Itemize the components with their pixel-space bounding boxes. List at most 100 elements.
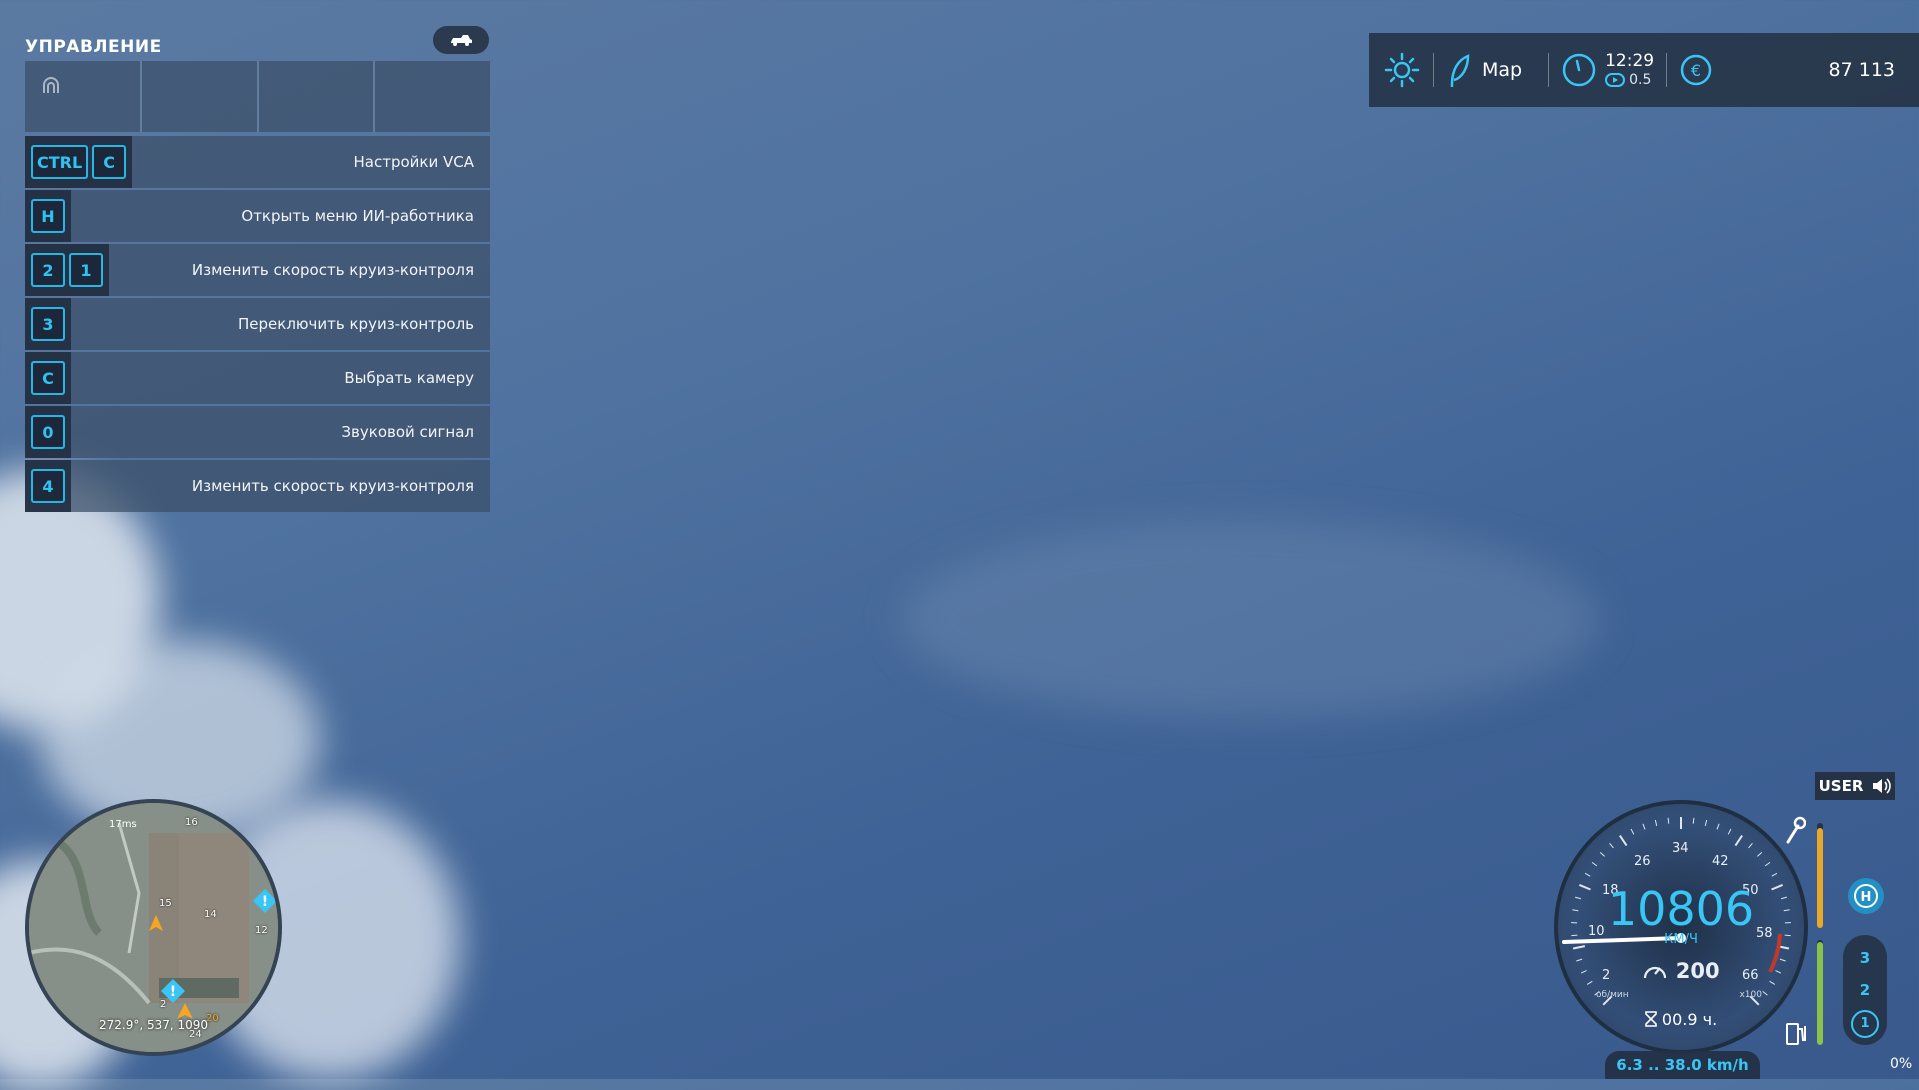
vehicle-toggle-button[interactable] [433, 26, 489, 54]
key-group: C [25, 352, 71, 404]
field-number: 14 [204, 909, 217, 920]
operating-hours: 00.9 ч. [1558, 1010, 1804, 1029]
mission-marker-icon[interactable]: ! [159, 977, 187, 1005]
controls-title: УПРАВЛЕНИЕ [25, 37, 162, 57]
rpm-multiplier: x100 [1739, 990, 1762, 1000]
key-c: C [92, 145, 126, 179]
dial-tick [1643, 824, 1645, 830]
key-4: 4 [31, 469, 65, 503]
hours-value: 00.9 ч. [1662, 1010, 1717, 1029]
key-3: 3 [31, 307, 65, 341]
gear-1-active[interactable]: 1 [1843, 1010, 1887, 1038]
hourglass-icon [1645, 1011, 1657, 1027]
control-row-ai-worker[interactable]: H Открыть меню ИИ-работника [25, 190, 490, 242]
speed-range: 6.3 .. 38.0 km/h [1605, 1051, 1760, 1079]
speaker-icon [1871, 777, 1891, 795]
top-status-bar: Map 12:29 0.5 € 87 113 [1369, 33, 1919, 107]
mission-marker-icon[interactable]: ! [251, 887, 279, 915]
control-label: Изменить скорость круиз-контроля [192, 261, 474, 279]
field-number: 16 [185, 817, 198, 828]
rpm-unit: об/мин [1596, 990, 1629, 1000]
separator [1433, 53, 1434, 87]
dial-tick [1717, 824, 1719, 830]
key-group: CTRL C [25, 136, 132, 188]
dial-tick [1631, 829, 1634, 834]
key-0: 0 [31, 415, 65, 449]
separator [1666, 53, 1667, 87]
play-speed-icon [1605, 73, 1625, 87]
tick-label: 34 [1672, 841, 1689, 856]
key-group: 3 [25, 298, 71, 350]
cruise-control[interactable]: 200 [1558, 959, 1804, 983]
svg-text:!: ! [262, 894, 268, 910]
damage-bar [1817, 828, 1823, 928]
dial-tick [1772, 873, 1777, 876]
dial-tick [1765, 862, 1770, 866]
slot-4[interactable] [375, 61, 490, 132]
slot-2[interactable] [142, 61, 259, 132]
control-row-camera[interactable]: C Выбрать камеру [25, 352, 490, 404]
euro-icon: € [1679, 53, 1713, 87]
gear-selector[interactable]: 3 2 1 [1843, 935, 1887, 1045]
audio-mode-badge[interactable]: USER [1815, 772, 1895, 800]
clock-icon [1561, 52, 1597, 88]
control-row-horn[interactable]: 0 Звуковой сигнал [25, 406, 490, 458]
control-label: Переключить круиз-контроль [238, 315, 474, 333]
dial-tick [1585, 873, 1590, 876]
game-time: 12:29 [1605, 53, 1654, 70]
control-label: Выбрать камеру [344, 369, 474, 387]
controls-list: CTRL C Настройки VCA H Открыть меню ИИ-р… [25, 136, 490, 514]
dial-tick [1749, 843, 1753, 848]
dial-tick [1735, 836, 1742, 846]
dial-tick [1592, 862, 1597, 866]
audio-mode-label: USER [1819, 777, 1864, 795]
dial-tick [1610, 843, 1614, 848]
tool-slots [25, 61, 490, 132]
dial-tick [1620, 836, 1627, 846]
control-row-cruise-toggle[interactable]: 3 Переключить круиз-контроль [25, 298, 490, 350]
cloud [900, 520, 1600, 720]
tick-label: 42 [1712, 854, 1729, 869]
field-number: 12 [255, 925, 268, 936]
fuel-icon [1785, 1020, 1807, 1046]
ping-readout: 17ms [109, 819, 137, 830]
dial-tick [1693, 818, 1694, 824]
control-row-vca[interactable]: CTRL C Настройки VCA [25, 136, 490, 188]
control-row-cruise-speed[interactable]: 2 1 Изменить скорость круиз-контроля [25, 244, 490, 296]
key-group: 0 [25, 406, 71, 458]
control-row-cruise-speed-2[interactable]: 4 Изменить скорость круиз-контроля [25, 460, 490, 512]
time-speed: 0.5 [1629, 72, 1651, 88]
map-leaf-icon [1446, 52, 1472, 88]
slot-1[interactable] [25, 61, 142, 132]
gear-3[interactable]: 3 [1843, 949, 1887, 967]
control-label: Изменить скорость круиз-контроля [192, 477, 474, 495]
wrench-icon [1784, 816, 1806, 844]
dial-tick [1668, 818, 1669, 824]
svg-text:H: H [1861, 890, 1872, 905]
control-label: Настройки VCA [354, 153, 474, 171]
gear-2[interactable]: 2 [1843, 981, 1887, 999]
speed-readout: 10806 [1558, 882, 1804, 936]
weather-sun-icon[interactable] [1383, 51, 1421, 89]
key-group: 4 [25, 460, 71, 512]
slot-3[interactable] [259, 61, 376, 132]
minimap[interactable]: 17ms 16 15 14 12 20 24 2 ! ! 272.9°, 537… [25, 799, 282, 1056]
cruise-speed: 200 [1676, 959, 1720, 983]
field-number: 15 [159, 898, 172, 909]
fuel-bar [1817, 942, 1823, 1045]
key-group: 2 1 [25, 244, 109, 296]
dial-tick [1728, 829, 1731, 834]
vehicle-marker-icon [177, 1003, 193, 1019]
hand-brake-icon[interactable]: H [1846, 876, 1886, 916]
dial-tick [1655, 820, 1656, 826]
map-name[interactable]: Map [1482, 59, 1522, 81]
control-label: Открыть меню ИИ-работника [241, 207, 474, 225]
speedometer: 2 10 18 26 34 42 50 58 66 10806 КМ/Ч 200… [1554, 800, 1808, 1054]
svg-text:€: € [1691, 61, 1701, 80]
gear-1-label: 1 [1851, 1010, 1879, 1038]
tick-label: 26 [1634, 854, 1651, 869]
key-c: C [31, 361, 65, 395]
separator [1548, 53, 1549, 87]
key-1: 1 [69, 253, 103, 287]
dial-tick [1757, 852, 1761, 856]
